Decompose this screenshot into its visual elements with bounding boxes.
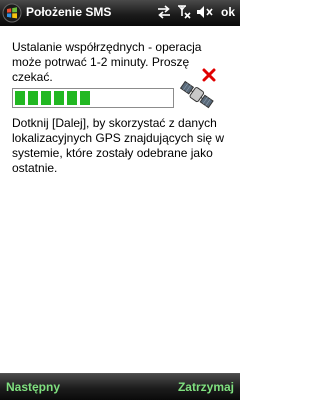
app-title: Położenie SMS	[26, 5, 112, 19]
sync-arrows-icon[interactable]	[156, 4, 172, 25]
stop-softkey[interactable]: Zatrzymaj	[178, 380, 234, 394]
title-bar: Położenie SMS ok	[0, 0, 240, 26]
content-area: Ustalanie współrzędnych - operacja może …	[0, 26, 240, 374]
no-signal-icon[interactable]	[176, 4, 192, 25]
next-softkey[interactable]: Następny	[6, 380, 60, 394]
gps-info-message: Dotknij [Dalej], by skorzystać z danych …	[12, 116, 225, 175]
ok-button[interactable]: ok	[221, 5, 235, 19]
speaker-mute-icon[interactable]	[196, 4, 214, 25]
softkey-bar: Następny Zatrzymaj	[0, 373, 240, 400]
progress-bar	[12, 88, 174, 108]
satellite-with-red-x-icon	[176, 66, 222, 112]
progress-fill	[15, 91, 93, 105]
windows-start-icon[interactable]	[2, 3, 22, 23]
